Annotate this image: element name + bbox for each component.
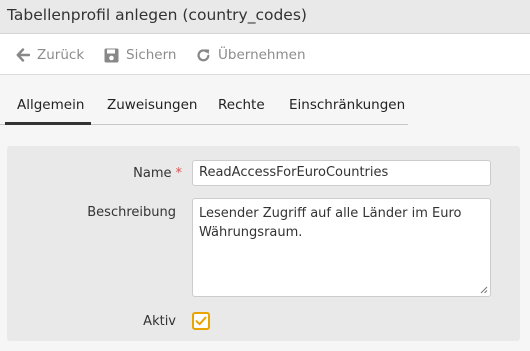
toolbar: Zurück Sichern Übernehmen [0,34,530,75]
back-button[interactable]: Zurück [16,45,84,65]
checkmark-icon [195,316,207,326]
save-button[interactable]: Sichern [104,45,176,65]
active-tab-indicator [5,122,91,125]
floppy-disk-icon [104,48,119,63]
save-button-label: Sichern [126,47,177,63]
tab-allgemein[interactable]: Allgemein [17,97,84,113]
back-button-label: Zurück [37,47,85,63]
resize-handle-icon[interactable] [480,286,488,294]
tab-zuweisungen[interactable]: Zuweisungen [107,97,197,113]
apply-button[interactable]: Übernehmen [196,45,306,65]
name-input[interactable]: ReadAccessForEuroCountries [192,160,491,186]
refresh-icon [196,48,211,63]
tab-einschraenkungen[interactable]: Einschränkungen [289,97,405,113]
active-checkbox[interactable] [192,312,210,330]
description-text: Lesender Zugriff auf alle Länder im Euro… [199,206,462,240]
window-title: Tabellenprofil anlegen (country_codes) [7,6,307,24]
active-label: Aktiv [143,314,176,329]
title-bar: Tabellenprofil anlegen (country_codes) [0,0,530,34]
description-textarea[interactable]: Lesender Zugriff auf alle Länder im Euro… [192,198,491,297]
tab-rechte[interactable]: Rechte [218,97,265,113]
description-label: Beschreibung [87,205,176,220]
apply-button-label: Übernehmen [218,47,306,63]
arrow-left-icon [16,48,30,62]
tab-bar: Allgemein Zuweisungen Rechte Einschränku… [0,88,408,125]
name-label: Name * [133,166,182,181]
required-marker: * [175,166,183,181]
